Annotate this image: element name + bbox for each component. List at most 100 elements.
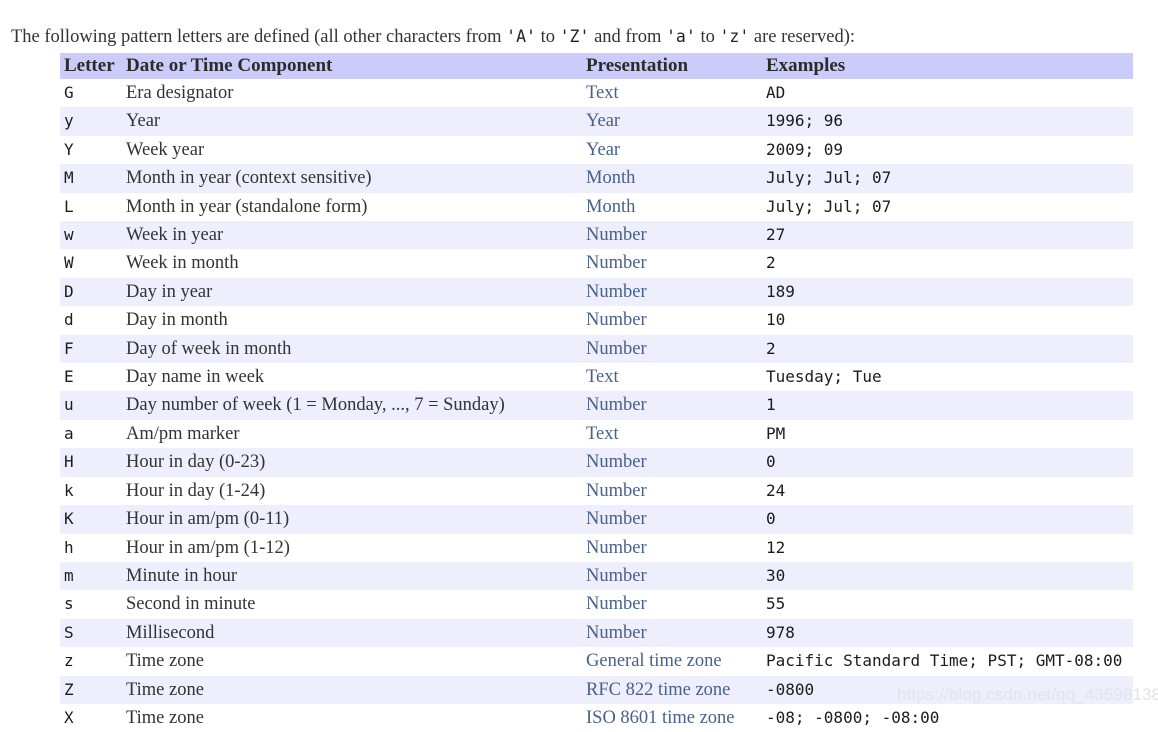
cell-letter: S	[60, 618, 122, 648]
cell-component: Day of week in month	[122, 334, 582, 364]
cell-examples: 978	[762, 618, 1133, 648]
cell-letter: w	[60, 221, 122, 250]
cell-examples: 10	[762, 306, 1133, 335]
cell-letter: d	[60, 306, 122, 335]
cell-letter: M	[60, 164, 122, 193]
cell-examples: 0	[762, 505, 1133, 534]
cell-presentation: Month	[582, 192, 762, 222]
intro-quoted-a: 'a'	[666, 26, 696, 46]
column-header-presentation: Presentation	[582, 53, 762, 79]
intro-paragraph: The following pattern letters are define…	[11, 26, 855, 48]
cell-letter: h	[60, 533, 122, 562]
table-row: Y Week year Year 2009; 09	[60, 135, 1133, 165]
cell-examples: 27	[762, 221, 1133, 250]
table-row: h Hour in am/pm (1-12) Number 12	[60, 533, 1133, 562]
table-row: E Day name in week Text Tuesday; Tue	[60, 363, 1133, 392]
cell-component: Am/pm marker	[122, 419, 582, 449]
cell-examples: PM	[762, 419, 1133, 449]
cell-presentation: Number	[582, 561, 762, 591]
cell-examples: July; Jul; 07	[762, 164, 1133, 193]
cell-component: Month in year (standalone form)	[122, 192, 582, 222]
cell-component: Day number of week (1 = Monday, ..., 7 =…	[122, 391, 582, 420]
cell-letter: m	[60, 561, 122, 591]
cell-presentation: Number	[582, 505, 762, 534]
table-row: z Time zone General time zone Pacific Stand…	[60, 647, 1133, 676]
cell-component: Time zone	[122, 703, 582, 732]
cell-presentation: ISO 8601 time zone	[582, 703, 762, 732]
intro-text-part4: to	[695, 26, 720, 47]
cell-presentation: Year	[582, 107, 762, 136]
cell-letter: k	[60, 476, 122, 506]
cell-examples: 2	[762, 249, 1133, 278]
cell-presentation: General time zone	[582, 647, 762, 676]
table-row: W Week in month Number 2	[60, 249, 1133, 278]
cell-letter: G	[60, 79, 122, 108]
table-row: K Hour in am/pm (0-11) Number 0	[60, 505, 1133, 534]
cell-examples: -08; -0800; -08:00	[762, 703, 1133, 732]
cell-letter: s	[60, 590, 122, 619]
table-row: M Month in year (context sensitive) Month J…	[60, 164, 1133, 193]
intro-quoted-Z: 'Z'	[559, 26, 590, 46]
cell-presentation: Number	[582, 334, 762, 364]
cell-examples: July; Jul; 07	[762, 192, 1133, 222]
cell-component: Era designator	[122, 79, 582, 108]
cell-component: Millisecond	[122, 618, 582, 648]
cell-presentation: Number	[582, 476, 762, 506]
intro-quoted-z: 'z'	[719, 26, 750, 46]
cell-letter: L	[60, 192, 122, 222]
cell-letter: z	[60, 647, 122, 676]
cell-examples: 0	[762, 448, 1133, 477]
table-row: s Second in minute Number 55	[60, 590, 1133, 619]
cell-letter: K	[60, 505, 122, 534]
cell-presentation: Number	[582, 391, 762, 420]
cell-component: Minute in hour	[122, 561, 582, 591]
intro-quoted-A: 'A'	[506, 26, 536, 46]
cell-examples: 24	[762, 476, 1133, 506]
cell-presentation: Month	[582, 164, 762, 193]
cell-letter: E	[60, 363, 122, 392]
table-row: G Era designator Text AD	[60, 79, 1133, 108]
cell-component: Day in month	[122, 306, 582, 335]
cell-component: Month in year (context sensitive)	[122, 164, 582, 193]
cell-presentation: Year	[582, 135, 762, 165]
table-row: S Millisecond Number 978	[60, 618, 1133, 648]
table-row: k Hour in day (1-24) Number 24	[60, 476, 1133, 506]
cell-component: Hour in day (1-24)	[122, 476, 582, 506]
cell-component: Day in year	[122, 277, 582, 307]
cell-letter: y	[60, 107, 122, 136]
cell-presentation: Number	[582, 448, 762, 477]
cell-presentation: Number	[582, 221, 762, 250]
cell-letter: F	[60, 334, 122, 364]
cell-examples: 30	[762, 561, 1133, 591]
cell-examples: Pacific Standard Time; PST; GMT-08:00	[762, 647, 1133, 676]
cell-component: Week in year	[122, 221, 582, 250]
table-row: m Minute in hour Number 30	[60, 561, 1133, 591]
cell-examples: 12	[762, 533, 1133, 562]
cell-component: Time zone	[122, 675, 582, 704]
table-row: a Am/pm marker Text PM	[60, 419, 1133, 449]
cell-presentation: Text	[582, 79, 762, 108]
cell-presentation: Number	[582, 590, 762, 619]
cell-examples: Tuesday; Tue	[762, 363, 1133, 392]
cell-letter: Z	[60, 675, 122, 704]
cell-examples: 189	[762, 277, 1133, 307]
table-row: w Week in year Number 27	[60, 221, 1133, 250]
pattern-letters-table: Letter Date or Time Component Presentati…	[60, 53, 1133, 732]
table-row: F Day of week in month Number 2	[60, 334, 1133, 364]
intro-text-part5: are reserved):	[749, 26, 856, 47]
cell-presentation: Number	[582, 306, 762, 335]
cell-presentation: Number	[582, 277, 762, 307]
cell-examples: 1996; 96	[762, 107, 1133, 136]
table-row: u Day number of week (1 = Monday, ..., 7 …	[60, 391, 1133, 420]
table-body: G Era designator Text AD y Year Year 1996; 96 Y W…	[60, 79, 1133, 732]
cell-presentation: RFC 822 time zone	[582, 675, 762, 704]
intro-text-part1: The following pattern letters are define…	[11, 26, 507, 47]
cell-presentation: Text	[582, 419, 762, 449]
cell-component: Second in minute	[122, 590, 582, 619]
cell-letter: X	[60, 703, 122, 732]
column-header-examples: Examples	[762, 53, 1133, 79]
cell-letter: a	[60, 419, 122, 449]
cell-component: Week in month	[122, 249, 582, 278]
table-row: L Month in year (standalone form) Month Jul…	[60, 192, 1133, 222]
cell-component: Hour in day (0-23)	[122, 448, 582, 477]
